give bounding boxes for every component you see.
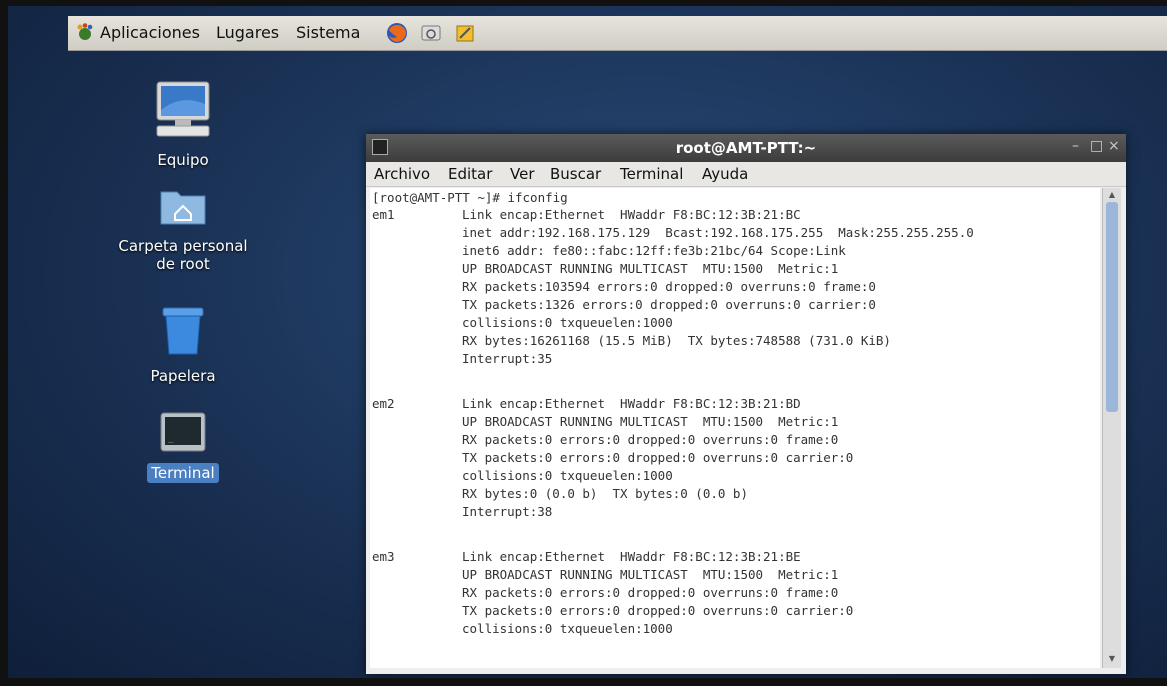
interface-name-em3: em3 bbox=[372, 549, 395, 564]
output-line: Link encap:Ethernet HWaddr F8:BC:12:3B:2… bbox=[462, 396, 801, 411]
top-panel: Aplicaciones Lugares Sistema bbox=[68, 16, 1167, 51]
minimize-icon[interactable]: – bbox=[1072, 138, 1079, 154]
terminal-output[interactable]: [root@AMT-PTT ~]# ifconfig em1 Link enca… bbox=[370, 188, 1100, 668]
output-line: TX packets:0 errors:0 dropped:0 overruns… bbox=[462, 450, 854, 465]
desktop-label-terminal: Terminal bbox=[147, 463, 219, 483]
output-line: RX bytes:16261168 (15.5 MiB) TX bytes:74… bbox=[462, 333, 891, 348]
desktop-label-carpeta-personal: Carpeta personal de root bbox=[118, 237, 248, 273]
terminal-titlebar[interactable]: root@AMT-PTT:~ – □ × bbox=[366, 134, 1126, 162]
terminal-title: root@AMT-PTT:~ bbox=[675, 139, 817, 157]
notes-icon[interactable] bbox=[454, 22, 476, 44]
menu-sistema[interactable]: Sistema bbox=[296, 23, 360, 42]
trash-icon bbox=[162, 307, 204, 355]
menu-terminal[interactable]: Terminal bbox=[620, 165, 683, 183]
svg-text:_: _ bbox=[168, 434, 174, 444]
output-line: Link encap:Ethernet HWaddr F8:BC:12:3B:2… bbox=[462, 549, 801, 564]
output-line: inet addr:192.168.175.129 Bcast:192.168.… bbox=[462, 225, 974, 240]
output-line: UP BROADCAST RUNNING MULTICAST MTU:1500 … bbox=[462, 567, 839, 582]
terminal-icon: _ bbox=[160, 412, 206, 452]
output-line: RX packets:0 errors:0 dropped:0 overruns… bbox=[462, 585, 839, 600]
output-line: RX packets:0 errors:0 dropped:0 overruns… bbox=[462, 432, 839, 447]
desktop-label-papelera: Papelera bbox=[150, 367, 216, 385]
desktop-label-equipo: Equipo bbox=[157, 151, 209, 169]
menu-aplicaciones[interactable]: Aplicaciones bbox=[100, 23, 200, 42]
menu-lugares[interactable]: Lugares bbox=[216, 23, 279, 42]
output-line: collisions:0 txqueuelen:1000 bbox=[462, 621, 673, 636]
output-line: TX packets:0 errors:0 dropped:0 overruns… bbox=[462, 603, 854, 618]
desktop-icon-terminal[interactable]: _ Terminal bbox=[103, 411, 263, 483]
menu-archivo[interactable]: Archivo bbox=[374, 165, 430, 183]
menu-editar[interactable]: Editar bbox=[448, 165, 492, 183]
output-line: Interrupt:38 bbox=[462, 504, 553, 519]
desktop-icon-equipo[interactable]: Equipo bbox=[103, 80, 263, 170]
terminal-window[interactable]: root@AMT-PTT:~ – □ × Archivo Editar Ver … bbox=[366, 134, 1126, 674]
scroll-up-icon[interactable]: ▲ bbox=[1106, 190, 1118, 200]
output-line: UP BROADCAST RUNNING MULTICAST MTU:1500 … bbox=[462, 414, 839, 429]
output-line: collisions:0 txqueuelen:1000 bbox=[462, 468, 673, 483]
interface-name-em1: em1 bbox=[372, 207, 395, 222]
menu-ayuda[interactable]: Ayuda bbox=[702, 165, 748, 183]
output-line: TX packets:1326 errors:0 dropped:0 overr… bbox=[462, 297, 876, 312]
output-line: Link encap:Ethernet HWaddr F8:BC:12:3B:2… bbox=[462, 207, 801, 222]
menu-ver[interactable]: Ver bbox=[510, 165, 535, 183]
output-line: RX packets:103594 errors:0 dropped:0 ove… bbox=[462, 279, 876, 294]
home-folder-icon bbox=[160, 191, 206, 225]
output-line: RX bytes:0 (0.0 b) TX bytes:0 (0.0 b) bbox=[462, 486, 748, 501]
desktop-icon-papelera[interactable]: Papelera bbox=[103, 304, 263, 386]
mail-icon[interactable] bbox=[420, 22, 442, 44]
scroll-down-icon[interactable]: ▼ bbox=[1106, 654, 1118, 664]
gnome-foot-icon[interactable] bbox=[76, 23, 94, 41]
firefox-icon[interactable] bbox=[386, 22, 408, 44]
interface-name-em2: em2 bbox=[372, 396, 395, 411]
output-line: Interrupt:35 bbox=[462, 351, 553, 366]
menu-buscar[interactable]: Buscar bbox=[550, 165, 601, 183]
terminal-menubar: Archivo Editar Ver Buscar Terminal Ayuda bbox=[366, 162, 1126, 187]
scroll-thumb[interactable] bbox=[1106, 202, 1118, 412]
output-line: collisions:0 txqueuelen:1000 bbox=[462, 315, 673, 330]
maximize-icon[interactable]: □ bbox=[1090, 138, 1103, 154]
close-icon[interactable]: × bbox=[1108, 138, 1120, 154]
desktop-icon-carpeta-personal[interactable]: Carpeta personal de root bbox=[103, 186, 263, 274]
terminal-prompt-line: [root@AMT-PTT ~]# ifconfig bbox=[372, 190, 568, 205]
output-line: UP BROADCAST RUNNING MULTICAST MTU:1500 … bbox=[462, 261, 839, 276]
computer-icon bbox=[156, 81, 210, 137]
terminal-scrollbar[interactable]: ▲ ▼ bbox=[1102, 188, 1121, 668]
desktop-screen: Aplicaciones Lugares Sistema Equipo Carp… bbox=[8, 6, 1167, 678]
output-line: inet6 addr: fe80::fabc:12ff:fe3b:21bc/64… bbox=[462, 243, 846, 258]
